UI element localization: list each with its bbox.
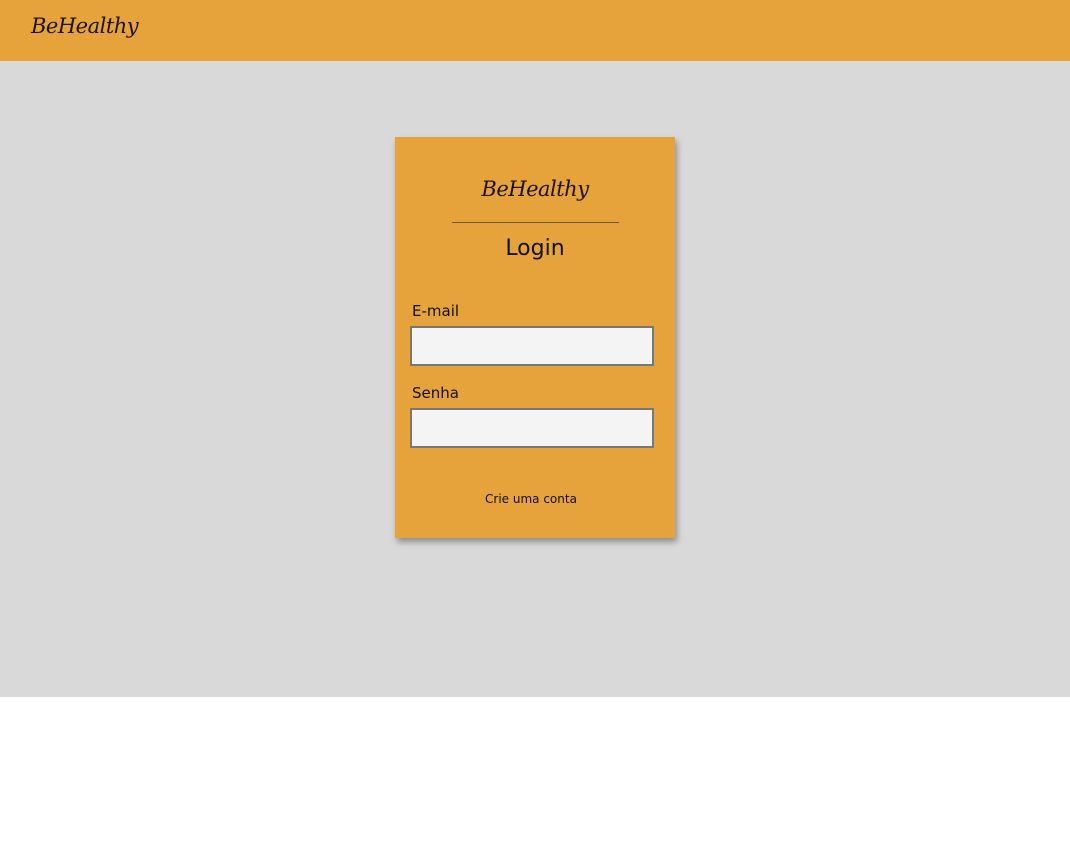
email-input[interactable] [410, 326, 654, 366]
card-logo: BeHealthy [481, 177, 589, 201]
header-logo[interactable]: BeHealthy [31, 14, 139, 38]
top-navbar: BeHealthy [0, 0, 1070, 61]
password-label: Senha [412, 384, 459, 402]
email-label: E-mail [412, 302, 460, 320]
login-card: BeHealthy Login E-mail Senha Crie uma co… [395, 137, 675, 538]
password-input[interactable] [410, 408, 654, 448]
card-divider [452, 222, 619, 223]
login-title: Login [505, 236, 565, 261]
create-account-link[interactable]: Crie uma conta [395, 492, 667, 506]
